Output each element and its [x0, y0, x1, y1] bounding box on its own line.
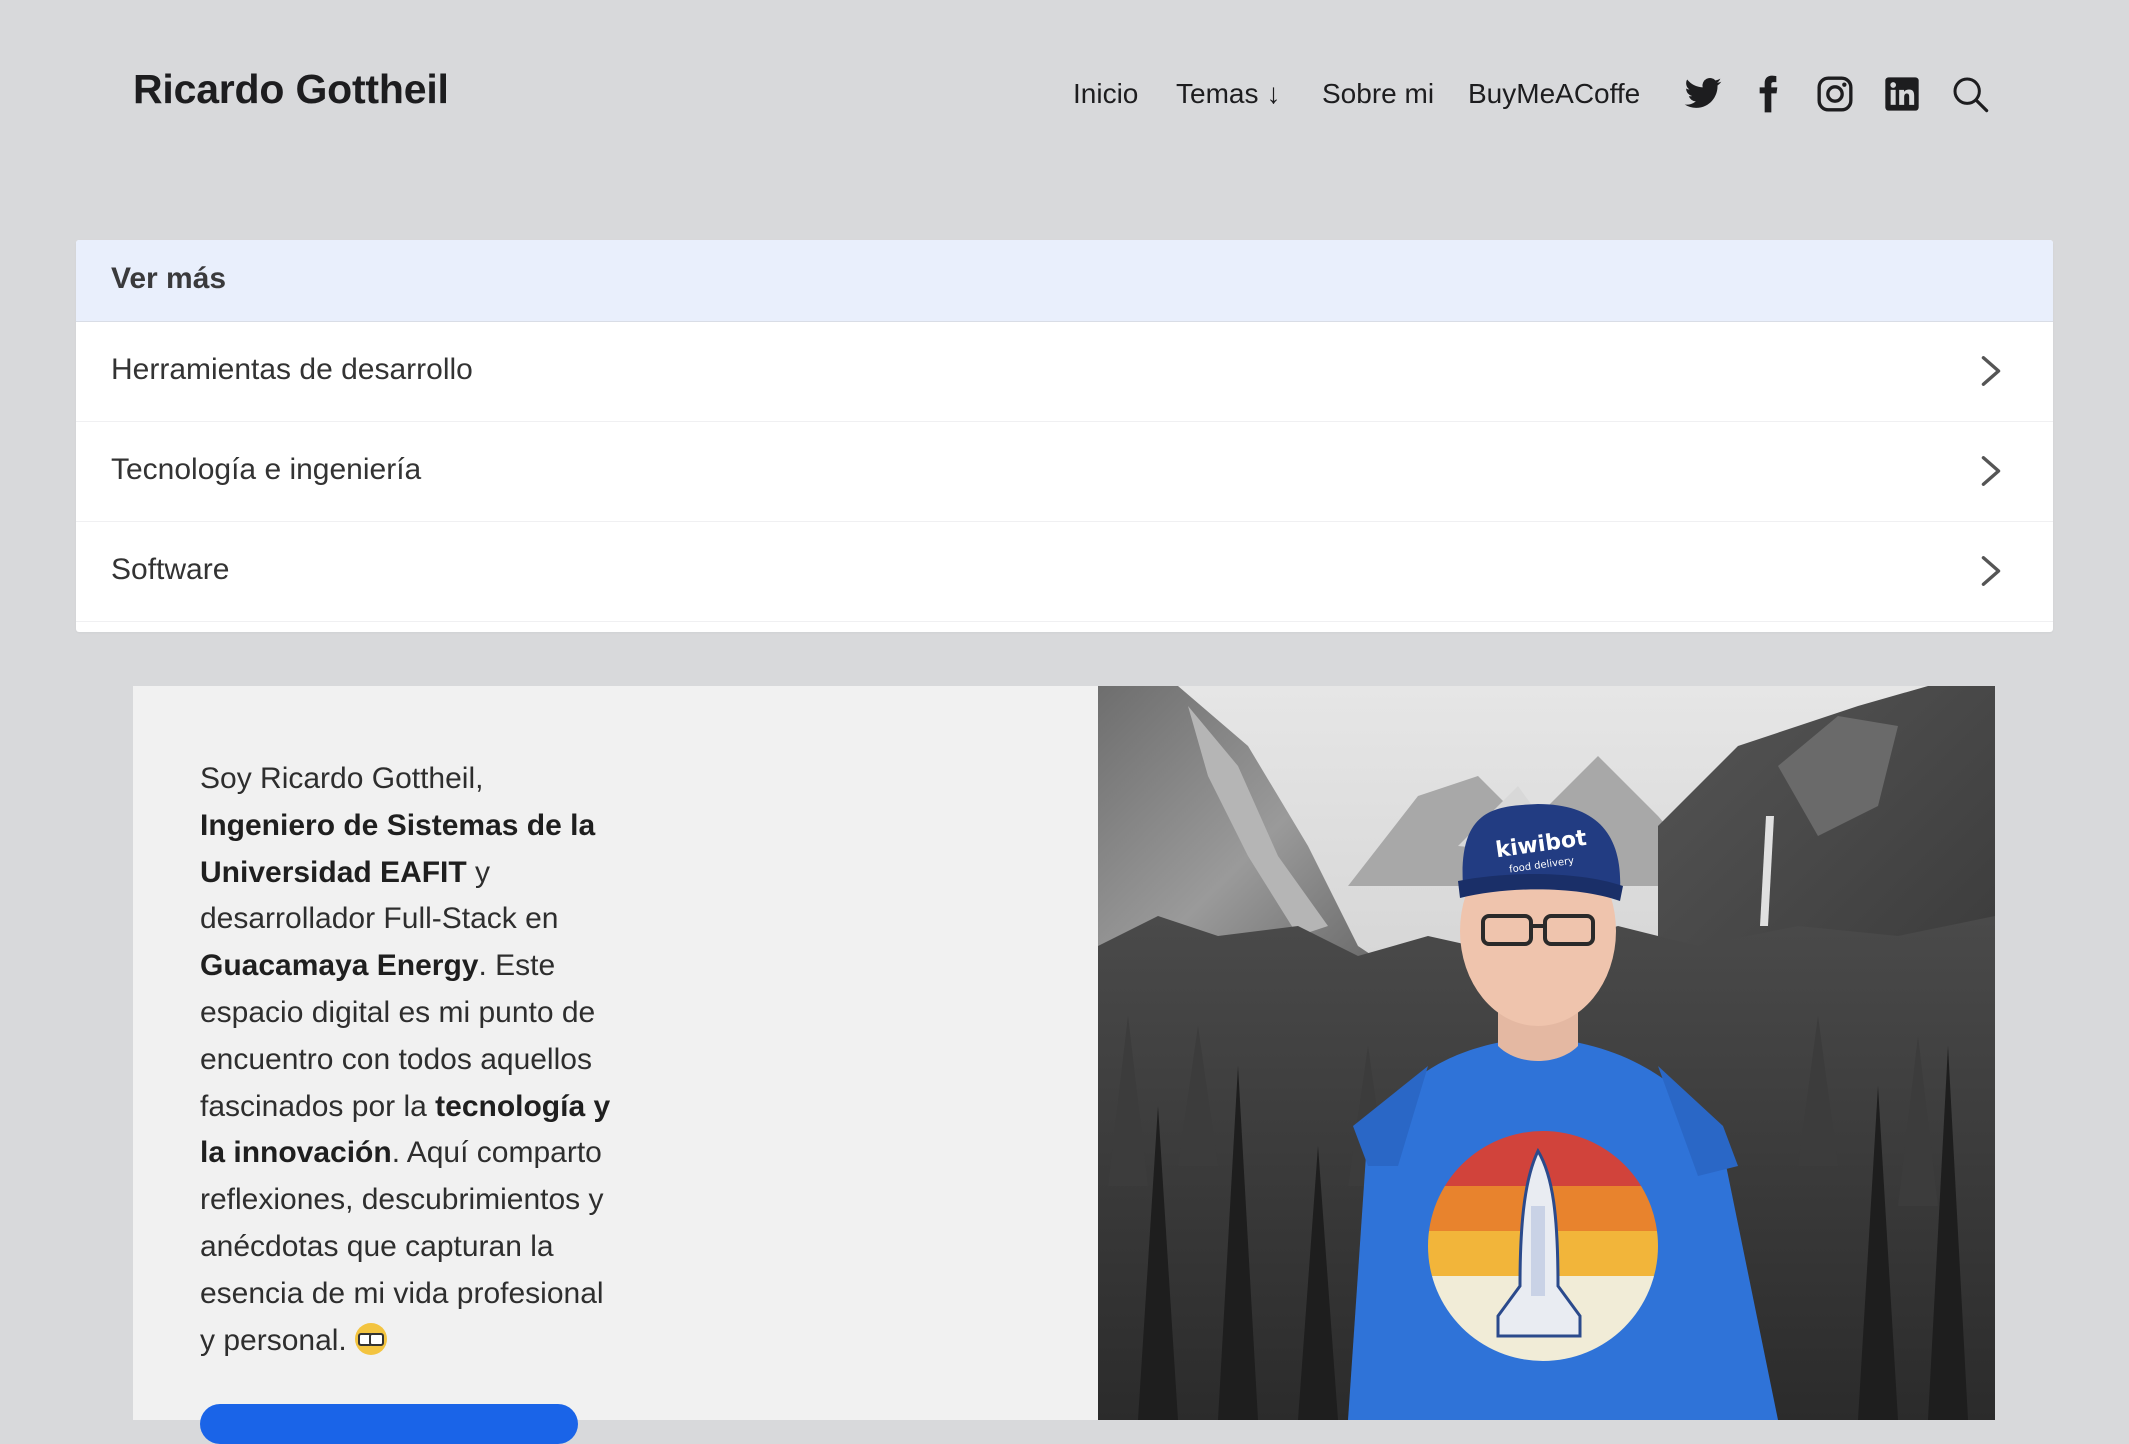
intro-bold-1: Ingeniero de Sistemas de la Universidad …: [200, 808, 596, 889]
list-item-label: Software: [111, 553, 230, 586]
chevron-right-icon: [1979, 554, 2003, 588]
nerd-face-emoji-icon: [355, 1322, 388, 1355]
intro-bold-2: Guacamaya Energy: [200, 949, 479, 983]
chevron-right-icon: [1979, 354, 2003, 388]
nav-item-inicio[interactable]: Inicio: [1073, 76, 1138, 112]
blue-cta-button[interactable]: [200, 1404, 578, 1444]
ver-mas-header: Ver más: [76, 240, 2053, 322]
ver-mas-title: Ver más: [111, 262, 227, 295]
profile-photo: kiwibot food delivery: [1098, 686, 1995, 1420]
list-item-tecnologia[interactable]: Tecnología e ingeniería: [76, 422, 2053, 522]
intro-section: Soy Ricardo Gottheil, Ingeniero de Siste…: [133, 686, 1098, 1420]
site-title[interactable]: Ricardo Gottheil: [133, 66, 449, 113]
chevron-right-icon: [1979, 454, 2003, 488]
nav-item-buymeacoffe[interactable]: BuyMeACoffe: [1468, 76, 1640, 112]
list-item-herramientas[interactable]: Herramientas de desarrollo: [76, 322, 2053, 422]
list-item-software[interactable]: Software: [76, 522, 2053, 622]
list-item-label: Tecnología e ingeniería: [111, 453, 422, 486]
ver-mas-card: Ver más Herramientas de desarrollo Tecno…: [76, 240, 2053, 632]
site-header: Ricardo Gottheil Inicio Temas ↓ Sobre mi …: [0, 0, 2129, 186]
linkedin-icon[interactable]: [1882, 74, 1922, 114]
instagram-icon[interactable]: [1815, 74, 1855, 114]
search-icon[interactable]: [1950, 74, 1990, 114]
intro-text-1: Soy Ricardo Gottheil,: [200, 762, 484, 795]
list-item-label: Herramientas de desarrollo: [111, 353, 473, 386]
nav-item-temas-label: Temas: [1176, 78, 1259, 109]
nav-item-sobre-mi[interactable]: Sobre mi: [1322, 76, 1434, 112]
nav-item-temas[interactable]: Temas ↓: [1176, 76, 1280, 112]
arrow-down-icon: ↓: [1266, 78, 1281, 109]
twitter-icon[interactable]: [1683, 74, 1723, 114]
facebook-icon[interactable]: [1748, 74, 1788, 114]
intro-paragraph: Soy Ricardo Gottheil, Ingeniero de Siste…: [200, 756, 620, 1364]
intro-text-4: . Aquí comparto reflexiones, descubrimie…: [200, 1136, 604, 1357]
